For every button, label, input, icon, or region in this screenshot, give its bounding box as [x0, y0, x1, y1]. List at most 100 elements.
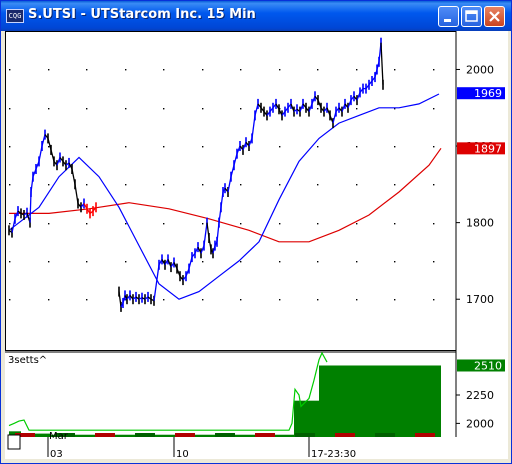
- grid-dot: [433, 223, 435, 225]
- session-band: [95, 433, 115, 437]
- grid-dot: [202, 223, 204, 225]
- y-tick-label: 1700: [466, 293, 494, 306]
- chart-app-icon[interactable]: CQG: [6, 9, 24, 23]
- grid-dot: [202, 69, 204, 71]
- grid-dot: [279, 299, 281, 301]
- grid-dot: [202, 299, 204, 301]
- grid-dot: [48, 223, 50, 225]
- session-band: [135, 433, 155, 437]
- grid-dot: [394, 69, 396, 71]
- grid-dot: [48, 108, 50, 110]
- indicator-step: [294, 400, 319, 437]
- x-tick-label: 17-23:30: [311, 449, 356, 459]
- grid-dot: [317, 69, 319, 71]
- grid-dot: [9, 223, 11, 225]
- grid-dot: [240, 261, 242, 263]
- grid-dot: [279, 146, 281, 148]
- grid-dot: [86, 146, 88, 148]
- minimize-icon: [444, 19, 451, 22]
- price-segment: [380, 42, 384, 85]
- grid-dot: [317, 261, 319, 263]
- grid-dot: [433, 146, 435, 148]
- grid-dot: [356, 223, 358, 225]
- grid-dot: [279, 184, 281, 186]
- grid-dot: [394, 184, 396, 186]
- grid-dot: [48, 261, 50, 263]
- grid-dot: [240, 69, 242, 71]
- grid-dot: [163, 223, 165, 225]
- grid-dot: [125, 108, 127, 110]
- price-bar: [95, 202, 97, 213]
- grid-dot: [163, 184, 165, 186]
- grid-dot: [9, 261, 11, 263]
- indicator-axis: 2250 2000 2510: [456, 359, 505, 430]
- close-icon: [489, 11, 500, 22]
- session-band: [295, 433, 315, 437]
- grid-dot: [163, 146, 165, 148]
- grid-dot: [48, 299, 50, 301]
- grid-dot: [125, 223, 127, 225]
- grid-dot: [356, 184, 358, 186]
- session-band: [255, 433, 275, 437]
- grid-dot: [86, 184, 88, 186]
- grid-dot: [202, 261, 204, 263]
- title-bar[interactable]: CQG S.UTSI - UTStarcom Inc. 15 Min: [1, 1, 511, 31]
- minimize-button[interactable]: [438, 6, 459, 27]
- grid-dot: [356, 261, 358, 263]
- ma-short-line: [8, 93, 440, 300]
- grid-dot: [9, 299, 11, 301]
- grid-dot: [125, 261, 127, 263]
- y-tick-label: 2250: [466, 389, 494, 402]
- grid-dot: [356, 69, 358, 71]
- grid-dot: [86, 69, 88, 71]
- grid-dot: [433, 299, 435, 301]
- grid-dot: [356, 108, 358, 110]
- grid-dot: [433, 69, 435, 71]
- grid-dot: [125, 184, 127, 186]
- indicator-line: [8, 351, 328, 431]
- grid-dot: [317, 184, 319, 186]
- grid-dot: [394, 299, 396, 301]
- grid-dot: [394, 146, 396, 148]
- price-tag-label: 1897: [474, 142, 502, 155]
- grid-dot: [48, 69, 50, 71]
- grid-dot: [317, 146, 319, 148]
- grid-dot: [86, 261, 88, 263]
- grid-dot: [394, 261, 396, 263]
- grid-dot: [433, 108, 435, 110]
- price-bar: [382, 79, 384, 90]
- chart-area: 200019001800170019691897 3setts^ 2250200…: [5, 31, 508, 460]
- grid-dot: [48, 146, 50, 148]
- price-panel-frame: [5, 31, 457, 351]
- y-tick-label: 2000: [466, 63, 494, 76]
- chart-svg[interactable]: 200019001800170019691897 3setts^ 2250200…: [5, 31, 508, 460]
- grid-dot: [125, 69, 127, 71]
- grid-dot: [163, 108, 165, 110]
- grid-dot: [9, 146, 11, 148]
- y-tick-label: 1800: [466, 217, 494, 230]
- grid-dot: [240, 184, 242, 186]
- grid-dot: [356, 299, 358, 301]
- x-tick-label: Mar: [49, 431, 69, 442]
- price-tag-label: 1969: [474, 87, 502, 100]
- x-tick-label: 10: [176, 449, 189, 459]
- grid-dot: [48, 184, 50, 186]
- price-axis: 200019001800170019691897: [456, 63, 505, 306]
- grid-dot: [356, 146, 358, 148]
- maximize-button[interactable]: [461, 6, 482, 27]
- grid-dot: [9, 184, 11, 186]
- grid-dot: [163, 299, 165, 301]
- window-title: S.UTSI - UTStarcom Inc. 15 Min: [28, 7, 256, 22]
- grid-dot: [279, 69, 281, 71]
- y-tick-label: 2000: [466, 417, 494, 430]
- price-series: [8, 37, 442, 312]
- grid-dot: [125, 146, 127, 148]
- price-tag-label: 2510: [474, 359, 502, 372]
- grid-dot: [163, 69, 165, 71]
- grid-dot: [9, 69, 11, 71]
- close-button[interactable]: [484, 6, 505, 27]
- session-band: [215, 433, 235, 437]
- grid-dot: [9, 108, 11, 110]
- grid-dot: [202, 146, 204, 148]
- grid-dot: [240, 299, 242, 301]
